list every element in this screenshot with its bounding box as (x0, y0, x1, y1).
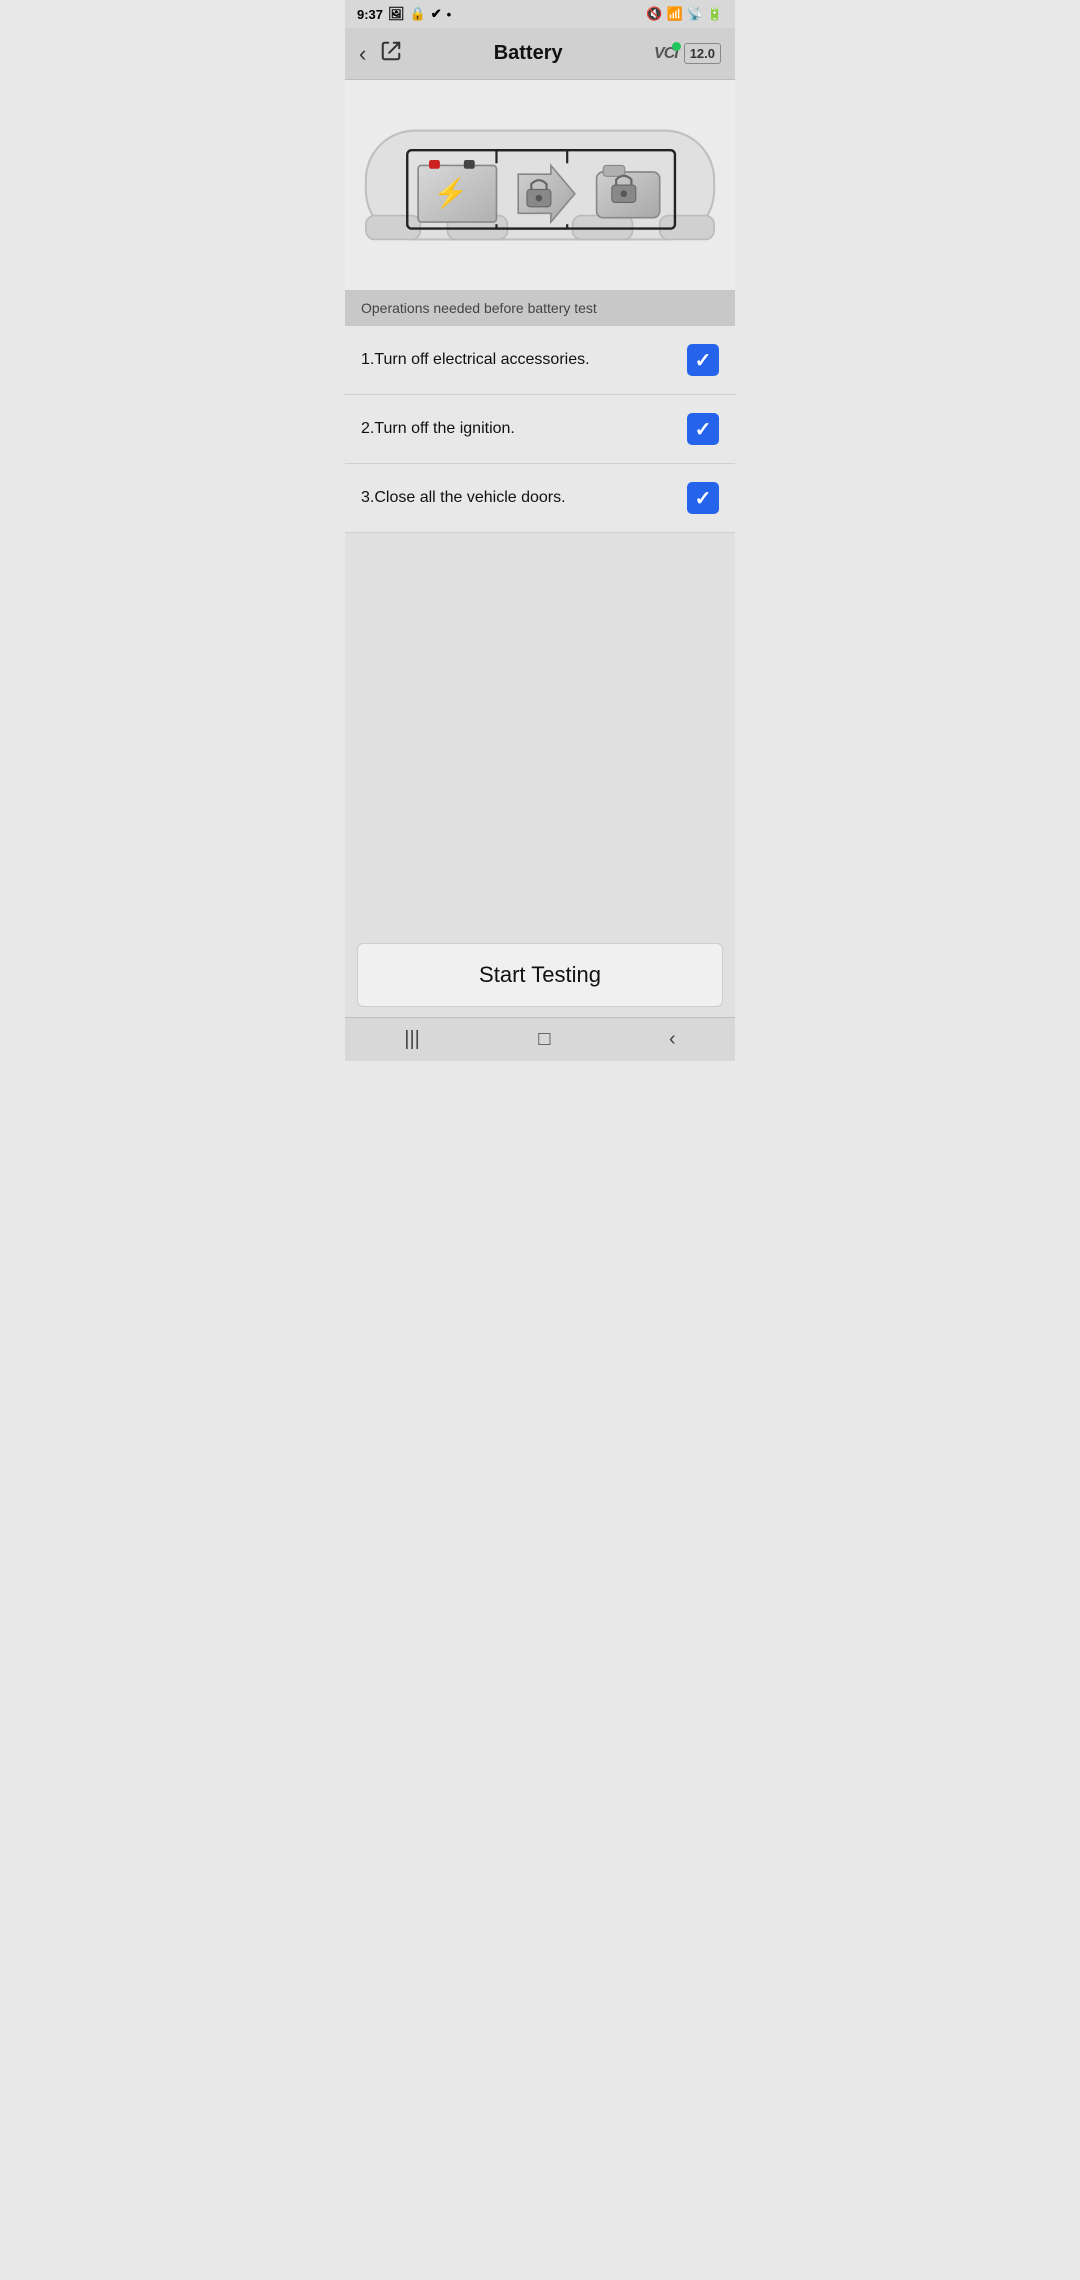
checklist-item-1[interactable]: 1.Turn off electrical accessories. (345, 326, 735, 395)
recent-apps-button[interactable]: ||| (384, 1020, 440, 1059)
content-spacer (345, 533, 735, 933)
checklist-item-1-text: 1.Turn off electrical accessories. (361, 351, 687, 369)
lock-icon: 🔒 (410, 6, 426, 22)
checklist-item-3-text: 3.Close all the vehicle doors. (361, 489, 687, 507)
checkbox-3[interactable] (687, 482, 719, 514)
dot-icon: • (447, 7, 452, 22)
checklist-item-2[interactable]: 2.Turn off the ignition. (345, 395, 735, 464)
operations-header-text: Operations needed before battery test (361, 300, 597, 316)
start-testing-button[interactable]: Start Testing (357, 943, 723, 1007)
car-diagram-svg: ⚡ (355, 98, 725, 272)
status-right: 🔇 📶 📡 🔋 (646, 6, 723, 22)
nav-left: ‹ (359, 40, 402, 68)
checkbox-2[interactable] (687, 413, 719, 445)
version-badge: 12.0 (684, 43, 721, 64)
vci-connected-dot (672, 42, 681, 51)
operations-header: Operations needed before battery test (345, 290, 735, 326)
version-number: 12.0 (690, 46, 715, 61)
checklist: 1.Turn off electrical accessories. 2.Tur… (345, 326, 735, 533)
export-button[interactable] (380, 40, 402, 68)
checkbox-1[interactable] (687, 344, 719, 376)
checklist-item-2-text: 2.Turn off the ignition. (361, 420, 687, 438)
wifi-icon: 📶 (666, 6, 682, 22)
status-time: 9:37 (357, 7, 383, 22)
home-button[interactable]: □ (518, 1020, 570, 1059)
check-icon: ✔ (431, 6, 442, 22)
battery-icon: 🔋 (707, 6, 723, 22)
svg-text:⚡: ⚡ (433, 176, 468, 210)
back-nav-button[interactable]: ‹ (649, 1020, 696, 1059)
status-left: 9:37 🖼 🔒 ✔ • (357, 6, 451, 22)
signal-icon: 📡 (687, 6, 703, 22)
mute-icon: 🔇 (646, 6, 662, 22)
image-icon: 🖼 (388, 6, 405, 22)
bottom-nav: ||| □ ‹ (345, 1017, 735, 1061)
start-button-container: Start Testing (345, 933, 735, 1017)
car-diagram-area: ⚡ (345, 80, 735, 290)
vci-badge: VCI (654, 45, 678, 63)
page-title: Battery (402, 42, 654, 65)
status-bar: 9:37 🖼 🔒 ✔ • 🔇 📶 📡 🔋 (345, 0, 735, 28)
nav-right: VCI 12.0 (654, 43, 721, 64)
nav-bar: ‹ Battery VCI 12.0 (345, 28, 735, 80)
checklist-item-3[interactable]: 3.Close all the vehicle doors. (345, 464, 735, 533)
back-button[interactable]: ‹ (359, 41, 366, 67)
